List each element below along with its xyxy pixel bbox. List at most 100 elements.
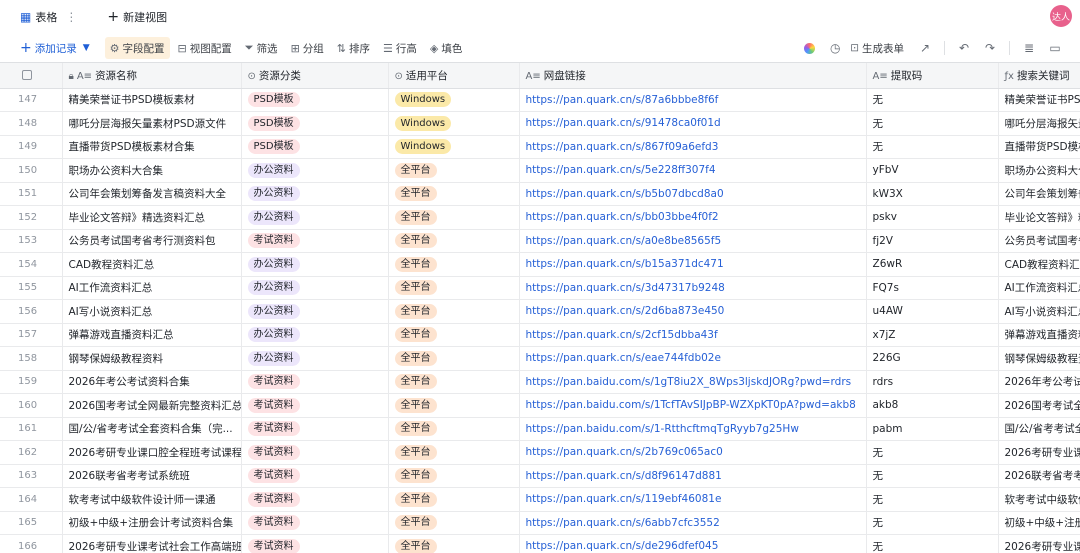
keywords-cell[interactable]: 直播带货PSD模板素材合集 xyxy=(998,135,1080,159)
pan-link-cell[interactable]: https://pan.baidu.com/s/1-RtthcftmqTgRyy… xyxy=(519,417,867,441)
pan-link-cell[interactable]: https://pan.quark.cn/s/119ebf46081e xyxy=(519,487,867,512)
pan-link-cell[interactable]: https://pan.quark.cn/s/d8f96147d881 xyxy=(519,464,867,488)
extract-code-cell[interactable]: pskv xyxy=(866,205,999,230)
redo-icon[interactable]: ↷ xyxy=(977,37,1003,59)
pan-link-cell[interactable]: https://pan.quark.cn/s/b5b07dbcd8a0 xyxy=(519,182,867,206)
generate-form-button[interactable]: ⊡ 生成表单 xyxy=(850,41,904,56)
table-row[interactable]: 154 CAD教程资料汇总 办公资料 全平台 https://pan.quark.cn/… xyxy=(0,252,1080,277)
select-all-header[interactable] xyxy=(0,63,63,89)
category-cell[interactable]: PSD模板 xyxy=(241,135,389,159)
pan-link-cell[interactable]: https://pan.quark.cn/s/eae744fdb02e xyxy=(519,346,867,371)
table-row[interactable]: 158 钢琴保姆级教程资料 办公资料 全平台 https://pan.quark.cn/… xyxy=(0,346,1080,371)
extract-code-cell[interactable]: 无 xyxy=(866,88,999,112)
category-cell[interactable]: 办公资料 xyxy=(241,182,389,206)
resource-name-cell[interactable]: 公司年会策划筹备发言稿资料大全 xyxy=(62,182,242,206)
category-cell[interactable]: 办公资料 xyxy=(241,299,389,324)
field-config-button[interactable]: ⚙ 字段配置 xyxy=(104,37,170,59)
resource-name-cell[interactable]: 2026国考考试全网最新完整资料汇总 xyxy=(62,393,242,418)
chevron-down-icon[interactable]: ▼ xyxy=(83,43,90,53)
platform-cell[interactable]: Windows xyxy=(388,111,520,136)
resource-name-cell[interactable]: 钢琴保姆级教程资料 xyxy=(62,346,242,371)
pan-link-cell[interactable]: https://pan.quark.cn/s/3d47317b9248 xyxy=(519,276,867,300)
table-row[interactable]: 161 国/公/省考考试全套资料合集（完... 考试资料 全平台 https://pan… xyxy=(0,417,1080,441)
keywords-cell[interactable]: 公司年会策划筹备发言稿资料大全 xyxy=(998,182,1080,206)
new-view-button[interactable]: + 新建视图 xyxy=(97,0,177,34)
keywords-cell[interactable]: AI写小说资料汇总 xyxy=(998,299,1080,324)
extract-code-cell[interactable]: 无 xyxy=(866,111,999,136)
column-header-category[interactable]: ⊙ 资源分类 xyxy=(241,63,389,89)
resource-name-cell[interactable]: AI工作流资料汇总 xyxy=(62,276,242,300)
platform-cell[interactable]: 全平台 xyxy=(388,205,520,230)
platform-cell[interactable]: 全平台 xyxy=(388,158,520,183)
keywords-cell[interactable]: 毕业论文答辩》精选资料汇总 xyxy=(998,205,1080,230)
resource-name-cell[interactable]: 2026联考省考考试系统班 xyxy=(62,464,242,488)
platform-cell[interactable]: 全平台 xyxy=(388,464,520,488)
extract-code-cell[interactable]: FQ7s xyxy=(866,276,999,300)
resource-name-cell[interactable]: 2026年考公考试资料合集 xyxy=(62,370,242,394)
pan-link-cell[interactable]: https://pan.quark.cn/s/5e228ff307f4 xyxy=(519,158,867,183)
keywords-cell[interactable]: 2026国考考试全网最新完整资料汇总 xyxy=(998,393,1080,418)
color-theme-icon[interactable] xyxy=(796,37,822,59)
column-header-code[interactable]: A≡ 提取码 xyxy=(866,63,999,89)
category-cell[interactable]: PSD模板 xyxy=(241,88,389,112)
category-cell[interactable]: 考试资料 xyxy=(241,393,389,418)
resource-name-cell[interactable]: 精美荣誉证书PSD模板素材 xyxy=(62,88,242,112)
column-header-platform[interactable]: ⊙ 适用平台 xyxy=(388,63,520,89)
platform-cell[interactable]: 全平台 xyxy=(388,487,520,512)
table-row[interactable]: 147 精美荣誉证书PSD模板素材 PSD模板 Windows https://pan.… xyxy=(0,88,1080,112)
table-row[interactable]: 148 哪吒分层海报矢量素材PSD源文件 PSD模板 Windows https://p… xyxy=(0,111,1080,136)
platform-cell[interactable]: 全平台 xyxy=(388,370,520,394)
category-cell[interactable]: 考试资料 xyxy=(241,229,389,253)
extract-code-cell[interactable]: pabm xyxy=(866,417,999,441)
comment-icon[interactable]: ▭ xyxy=(1042,37,1068,59)
extract-code-cell[interactable]: rdrs xyxy=(866,370,999,394)
category-cell[interactable]: 考试资料 xyxy=(241,370,389,394)
view-config-button[interactable]: ⊟ 视图配置 xyxy=(173,37,237,59)
platform-cell[interactable]: 全平台 xyxy=(388,299,520,324)
extract-code-cell[interactable]: 无 xyxy=(866,464,999,488)
category-cell[interactable]: 办公资料 xyxy=(241,346,389,371)
keywords-cell[interactable]: 2026年考公考试资料合集 xyxy=(998,370,1080,394)
group-button[interactable]: ⊞ 分组 xyxy=(286,37,329,59)
keywords-cell[interactable]: 职场办公资料大合集 xyxy=(998,158,1080,183)
keywords-cell[interactable]: 软考考试中级软件设计师一课通 xyxy=(998,487,1080,512)
keywords-cell[interactable]: 钢琴保姆级教程资料 xyxy=(998,346,1080,371)
clock-icon[interactable]: ◷ xyxy=(822,37,848,59)
extract-code-cell[interactable]: 无 xyxy=(866,135,999,159)
keywords-cell[interactable]: 哪吒分层海报矢量素材PSD源文件 xyxy=(998,111,1080,136)
resource-name-cell[interactable]: 公务员考试国考省考行测资料包 xyxy=(62,229,242,253)
add-record-button[interactable]: + 添加记录 ▼ xyxy=(20,37,95,59)
platform-cell[interactable]: Windows xyxy=(388,88,520,112)
pan-link-cell[interactable]: https://pan.quark.cn/s/91478ca0f01d xyxy=(519,111,867,136)
platform-cell[interactable]: 全平台 xyxy=(388,417,520,441)
keywords-cell[interactable]: 2026考研专业课口腔全程班考试课程 xyxy=(998,440,1080,465)
extract-code-cell[interactable]: kW3X xyxy=(866,182,999,206)
table-row[interactable]: 152 毕业论文答辩》精选资料汇总 办公资料 全平台 https://pan.quark… xyxy=(0,205,1080,230)
row-height-button[interactable]: ☰ 行高 xyxy=(378,37,422,59)
keywords-cell[interactable]: 精美荣誉证书PSD模板素材 xyxy=(998,88,1080,112)
extract-code-cell[interactable]: x7jZ xyxy=(866,323,999,347)
category-cell[interactable]: 考试资料 xyxy=(241,534,389,553)
category-cell[interactable]: 办公资料 xyxy=(241,205,389,230)
pan-link-cell[interactable]: https://pan.quark.cn/s/2cf15dbba43f xyxy=(519,323,867,347)
table-row[interactable]: 164 软考考试中级软件设计师一课通 考试资料 全平台 https://pan.quar… xyxy=(0,487,1080,512)
pan-link-cell[interactable]: https://pan.quark.cn/s/2d6ba873e450 xyxy=(519,299,867,324)
extract-code-cell[interactable]: u4AW xyxy=(866,299,999,324)
resource-name-cell[interactable]: 直播带货PSD模板素材合集 xyxy=(62,135,242,159)
platform-cell[interactable]: 全平台 xyxy=(388,182,520,206)
table-row[interactable]: 159 2026年考公考试资料合集 考试资料 全平台 https://pan.baidu… xyxy=(0,370,1080,394)
more-icon[interactable]: ⋮ xyxy=(65,10,77,24)
resource-name-cell[interactable]: 软考考试中级软件设计师一课通 xyxy=(62,487,242,512)
fill-color-button[interactable]: ◈ 填色 xyxy=(425,37,467,59)
pan-link-cell[interactable]: https://pan.quark.cn/s/b15a371dc471 xyxy=(519,252,867,277)
resource-name-cell[interactable]: 国/公/省考考试全套资料合集（完... xyxy=(62,417,242,441)
table-row[interactable]: 153 公务员考试国考省考行测资料包 考试资料 全平台 https://pan.quar… xyxy=(0,229,1080,253)
table-row[interactable]: 150 职场办公资料大合集 办公资料 全平台 https://pan.quark.cn/… xyxy=(0,158,1080,183)
keywords-cell[interactable]: 2026联考省考考试系统班 xyxy=(998,464,1080,488)
table-row[interactable]: 166 2026考研专业课考试社会工作高端班 考试资料 全平台 https://pan.… xyxy=(0,534,1080,553)
category-cell[interactable]: 办公资料 xyxy=(241,276,389,300)
table-row[interactable]: 165 初级+中级+注册会计考试资料合集 考试资料 全平台 https://pan.qu… xyxy=(0,511,1080,535)
category-cell[interactable]: 办公资料 xyxy=(241,158,389,183)
keywords-cell[interactable]: AI工作流资料汇总 xyxy=(998,276,1080,300)
pan-link-cell[interactable]: https://pan.quark.cn/s/bb03bbe4f0f2 xyxy=(519,205,867,230)
